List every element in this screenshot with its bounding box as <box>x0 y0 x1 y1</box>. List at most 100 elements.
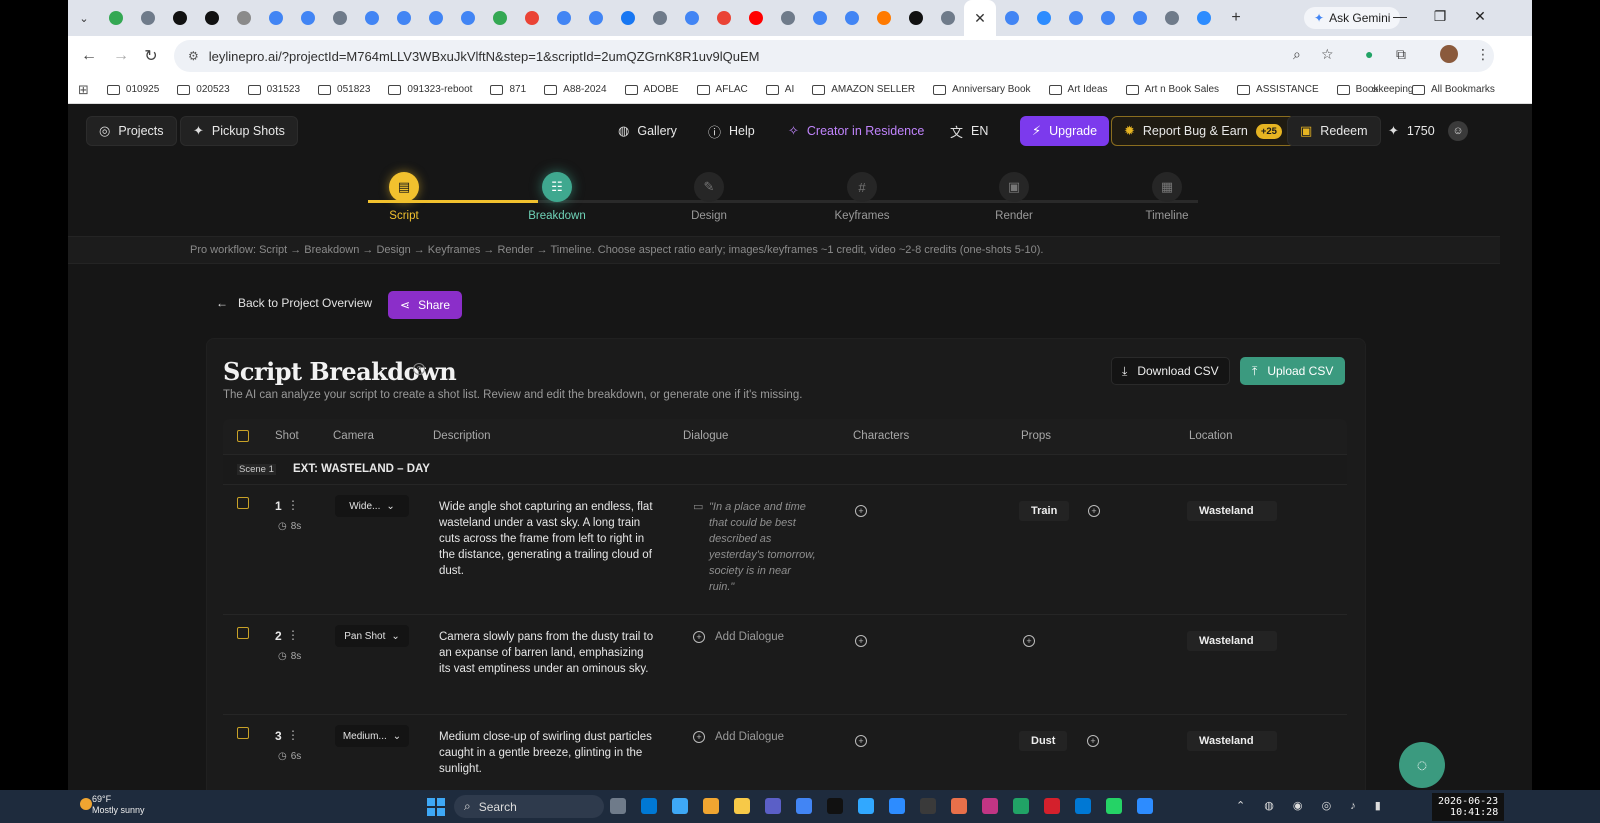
browser-tab[interactable] <box>228 0 260 36</box>
browser-tab[interactable] <box>740 0 772 36</box>
browser-tab[interactable] <box>132 0 164 36</box>
taskbar-app-icon[interactable] <box>796 798 812 814</box>
taskbar-app-icon[interactable] <box>734 798 750 814</box>
browser-tab[interactable] <box>644 0 676 36</box>
browser-tab[interactable] <box>612 0 644 36</box>
apps-grid-icon[interactable]: ⊞ <box>78 82 89 98</box>
taskbar-app-icon[interactable] <box>672 798 688 814</box>
back-to-overview-link[interactable]: ← Back to Project Overview <box>216 296 372 310</box>
add-character-icon[interactable]: + <box>855 505 867 517</box>
browser-tab[interactable] <box>164 0 196 36</box>
select-all-checkbox[interactable] <box>237 430 249 442</box>
site-settings-icon[interactable]: ⚙ <box>188 49 199 63</box>
browser-tab[interactable] <box>548 0 580 36</box>
taskbar-app-icon[interactable] <box>1075 798 1091 814</box>
more-bookmarks-icon[interactable]: » <box>1372 82 1379 96</box>
pickup-shots-button[interactable]: ✦ Pickup Shots <box>180 116 298 146</box>
browser-tab[interactable] <box>868 0 900 36</box>
bookmark-folder[interactable]: 031523 <box>247 84 300 95</box>
add-character-icon[interactable]: + <box>855 735 867 747</box>
projects-button[interactable]: ◎ Projects <box>86 116 177 146</box>
forward-icon[interactable]: → <box>106 41 136 71</box>
download-csv-button[interactable]: ⤓ Download CSV <box>1111 357 1230 385</box>
browser-tab[interactable] <box>1188 0 1220 36</box>
taskbar-app-icon[interactable] <box>703 798 719 814</box>
help-link[interactable]: ⓘ Help <box>696 116 767 146</box>
bookmark-folder[interactable]: AFLAC <box>696 84 748 95</box>
location-tag[interactable]: Wasteland <box>1187 501 1277 521</box>
step-render[interactable]: ▣ Render <box>969 172 1059 222</box>
taskbar-clock[interactable]: 2026-06-23 10:41:28 <box>1432 793 1505 821</box>
add-character-icon[interactable]: + <box>855 635 867 647</box>
chat-button[interactable]: ◌ <box>1399 742 1445 788</box>
windows-start-icon[interactable] <box>427 798 445 816</box>
bookmark-folder[interactable]: Art n Book Sales <box>1125 84 1219 95</box>
taskbar-app-icon[interactable] <box>1137 798 1153 814</box>
step-design[interactable]: ✎ Design <box>664 172 754 222</box>
location-tag[interactable]: Wasteland <box>1187 731 1277 751</box>
taskbar-app-icon[interactable] <box>1013 798 1029 814</box>
browser-tab[interactable] <box>484 0 516 36</box>
language-toggle[interactable]: 文 EN <box>938 116 1000 146</box>
browser-tab[interactable] <box>676 0 708 36</box>
reload-icon[interactable]: ↻ <box>136 41 166 71</box>
row-checkbox[interactable] <box>237 727 249 739</box>
add-dialogue-button[interactable]: + Add Dialogue <box>693 631 784 643</box>
browser-tab[interactable] <box>1124 0 1156 36</box>
active-tab[interactable]: ✕ <box>964 0 996 36</box>
browser-tab[interactable] <box>1060 0 1092 36</box>
row-checkbox[interactable] <box>237 627 249 639</box>
browser-tab[interactable] <box>516 0 548 36</box>
chrome-menu-icon[interactable]: ⋮ <box>1476 46 1490 63</box>
taskbar-app-icon[interactable] <box>765 798 781 814</box>
browser-tab[interactable] <box>1156 0 1188 36</box>
creator-in-residence-link[interactable]: ✧ Creator in Residence <box>776 116 936 146</box>
zoom-icon[interactable]: ⌕ <box>1293 46 1301 63</box>
browser-tab[interactable] <box>996 0 1028 36</box>
row-menu-icon[interactable]: ⋮ <box>287 728 299 742</box>
taskbar-app-icon[interactable] <box>982 798 998 814</box>
close-window-icon[interactable]: ✕ <box>1470 8 1490 25</box>
browser-tab[interactable] <box>388 0 420 36</box>
taskbar-app-icon[interactable] <box>889 798 905 814</box>
bookmark-folder[interactable]: 051823 <box>318 84 370 95</box>
browser-tab[interactable] <box>836 0 868 36</box>
browser-tab[interactable] <box>452 0 484 36</box>
taskbar-app-icon[interactable] <box>827 798 843 814</box>
step-timeline[interactable]: ▦ Timeline <box>1122 172 1212 222</box>
bookmark-folder[interactable]: ASSISTANCE <box>1237 84 1319 95</box>
bookmark-folder[interactable]: 020523 <box>177 84 230 95</box>
profile-avatar[interactable] <box>1440 45 1458 63</box>
add-prop-icon[interactable]: + <box>1088 505 1100 517</box>
bookmark-folder[interactable]: AI <box>765 84 794 95</box>
bookmark-folder[interactable]: Anniversary Book <box>933 84 1031 95</box>
taskbar-search[interactable]: ⌕ Search <box>454 795 604 818</box>
grammarly-icon[interactable]: ● <box>1365 46 1373 62</box>
browser-tab[interactable] <box>1028 0 1060 36</box>
browser-tab[interactable] <box>292 0 324 36</box>
add-prop-icon[interactable]: + <box>1087 735 1099 747</box>
step-script[interactable]: ▤ Script <box>359 172 449 222</box>
table-row[interactable]: 1 ⋮ ◷ 8s Wide... ⌄ Wide angle shot capturi… <box>223 485 1347 615</box>
row-menu-icon[interactable]: ⋮ <box>287 628 299 642</box>
ask-gemini-button[interactable]: ✦ Ask Gemini <box>1304 7 1401 29</box>
taskbar-app-icon[interactable] <box>641 798 657 814</box>
minimize-icon[interactable]: — <box>1390 8 1410 24</box>
table-row[interactable]: 2 ⋮ ◷ 8s Pan Shot ⌄ Camera slowly pans fro… <box>223 615 1347 715</box>
step-keyframes[interactable]: # Keyframes <box>817 172 907 222</box>
upgrade-button[interactable]: ⚡ Upgrade <box>1020 116 1110 146</box>
row-menu-icon[interactable]: ⋮ <box>287 498 299 512</box>
prop-tag[interactable]: Train <box>1019 501 1070 521</box>
browser-tab[interactable] <box>196 0 228 36</box>
new-tab-button[interactable]: + <box>1220 0 1252 36</box>
taskbar-app-icon[interactable] <box>951 798 967 814</box>
camera-select[interactable]: Wide... ⌄ <box>335 495 409 517</box>
shot-description[interactable]: Camera slowly pans from the dusty trail … <box>439 629 657 677</box>
browser-tab[interactable] <box>580 0 612 36</box>
redeem-button[interactable]: ▣ Redeem <box>1287 116 1381 146</box>
row-checkbox[interactable] <box>237 497 249 509</box>
taskbar-app-icon[interactable] <box>1044 798 1060 814</box>
bookmark-folder[interactable]: A88-2024 <box>544 84 607 95</box>
browser-tab[interactable] <box>1092 0 1124 36</box>
upload-csv-button[interactable]: ⤒ Upload CSV <box>1240 357 1346 385</box>
